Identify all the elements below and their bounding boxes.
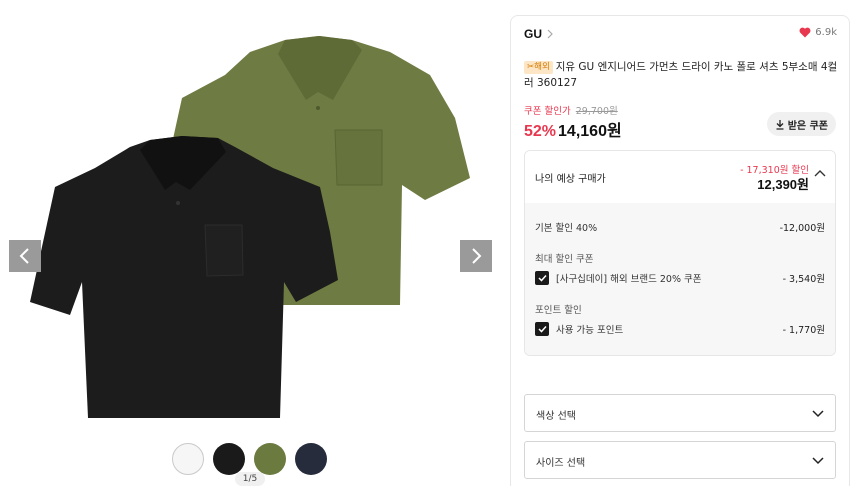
like-count: 6.9k [815, 27, 837, 38]
discount-rate: 52% [524, 123, 557, 140]
like-button[interactable]: 6.9k [799, 27, 837, 38]
product-gallery: 1/5 [0, 0, 500, 486]
point-discount-label: 포인트 할인 [535, 305, 582, 316]
brand-link[interactable]: GU [524, 27, 554, 41]
chevron-down-icon [812, 457, 824, 465]
image-page-indicator: 1/5 [235, 472, 265, 486]
chevron-right-icon [472, 248, 482, 264]
received-coupon-label: 받은 쿠폰 [787, 120, 828, 132]
product-title: ✂해외 지유 GU 엔지니어드 가먼츠 드라이 카노 폴로 셔츠 5부소매 4컬러… [524, 59, 844, 91]
base-discount-label: 기본 할인 40% [535, 223, 598, 234]
swatch-white[interactable] [172, 443, 204, 475]
heart-icon [799, 27, 811, 38]
coupon-amount: - 3,540원 [782, 274, 825, 285]
base-discount-amount: -12,000원 [779, 223, 825, 234]
point-item-label: 사용 가능 포인트 [556, 325, 624, 336]
size-select[interactable]: 사이즈 선택 [524, 441, 836, 479]
coupon-checkbox[interactable] [535, 271, 549, 285]
product-image [30, 36, 470, 418]
color-select-label: 색상 선택 [536, 411, 576, 422]
max-coupon-label: 최대 할인 쿠폰 [535, 254, 594, 265]
expected-price-box: 나의 예상 구매가 - 17,310원 할인 12,390원 기본 할인 40%… [524, 150, 836, 356]
point-row: 사용 가능 포인트 - 1,770원 [535, 322, 825, 336]
size-select-label: 사이즈 선택 [536, 458, 586, 469]
price-row: 52% 14,160원 [524, 117, 622, 141]
color-swatches [172, 443, 327, 475]
color-select[interactable]: 색상 선택 [524, 394, 836, 432]
coupon-price-label-row: 쿠폰 할인가 29,700원 [524, 103, 618, 117]
swatch-olive[interactable] [254, 443, 286, 475]
product-title-text: 지유 GU 엔지니어드 가먼츠 드라이 카노 폴로 셔츠 5부소매 4컬러 36… [524, 61, 838, 89]
swatch-navy[interactable] [295, 443, 327, 475]
expected-price-details: 기본 할인 40% -12,000원 최대 할인 쿠폰 [사구십데이] 해외 브… [525, 203, 835, 355]
coupon-price-label: 쿠폰 할인가 [524, 106, 571, 117]
original-price: 29,700원 [575, 106, 618, 117]
check-icon [537, 325, 547, 333]
chevron-left-icon [19, 248, 29, 264]
overseas-tag: ✂해외 [524, 61, 553, 74]
next-image-button[interactable] [460, 240, 492, 272]
received-coupon-button[interactable]: 받은 쿠폰 [766, 112, 836, 136]
download-icon [776, 119, 784, 130]
product-info-panel: GU 6.9k ✂해외 지유 GU 엔지니어드 가먼츠 드라이 카노 폴로 셔츠 … [510, 15, 850, 486]
chevron-right-icon [547, 29, 553, 39]
prev-image-button[interactable] [9, 240, 41, 272]
swatch-black[interactable] [213, 443, 245, 475]
chevron-down-icon [812, 410, 824, 418]
expected-price-label: 나의 예상 구매가 [535, 174, 606, 185]
coupon-item-label: [사구십데이] 해외 브랜드 20% 쿠폰 [556, 274, 702, 285]
chevron-up-icon[interactable] [814, 169, 826, 177]
point-checkbox[interactable] [535, 322, 549, 336]
brand-name: GU [524, 27, 542, 41]
coupon-row: [사구십데이] 해외 브랜드 20% 쿠폰 - 3,540원 [535, 271, 825, 285]
expected-price: 12,390원 [757, 177, 809, 192]
base-discount-row: 기본 할인 40% -12,000원 [535, 220, 825, 234]
point-amount: - 1,770원 [782, 325, 825, 336]
check-icon [537, 274, 547, 282]
expected-price-header[interactable]: 나의 예상 구매가 - 17,310원 할인 12,390원 [525, 151, 835, 203]
sale-price: 14,160원 [558, 123, 622, 140]
